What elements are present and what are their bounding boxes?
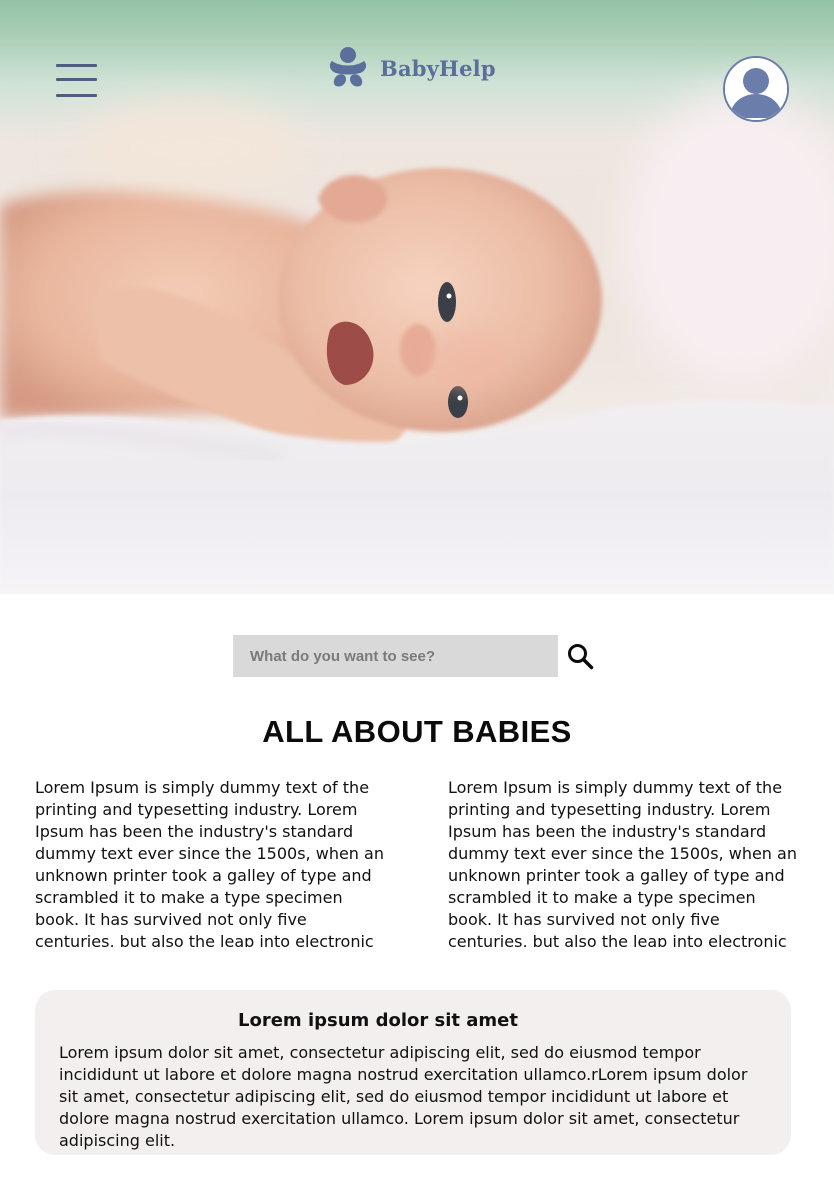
user-avatar-icon	[725, 58, 787, 120]
page-title: ALL ABOUT BABIES	[262, 714, 572, 749]
brand-logo[interactable]: BabyHelp	[326, 46, 498, 90]
search-input[interactable]	[233, 635, 558, 677]
menu-line-bottom	[56, 94, 97, 97]
baby-logo-icon	[329, 47, 367, 87]
menu-line-top	[56, 64, 97, 67]
hero-banner: BabyHelp	[0, 0, 834, 594]
search-icon[interactable]	[566, 642, 594, 670]
card-body: Lorem ipsum dolor sit amet, consectetur …	[59, 1043, 748, 1150]
text-column-left: Lorem Ipsum is simply dummy text of the …	[35, 778, 384, 947]
text-column-right: Lorem Ipsum is simply dummy text of the …	[448, 778, 797, 947]
card-title: Lorem ipsum dolor sit amet	[238, 1010, 518, 1031]
brand-name: BabyHelp	[380, 55, 496, 81]
menu-line-middle	[56, 78, 97, 81]
user-avatar-button[interactable]	[723, 56, 789, 122]
hamburger-menu-button[interactable]	[56, 62, 98, 98]
